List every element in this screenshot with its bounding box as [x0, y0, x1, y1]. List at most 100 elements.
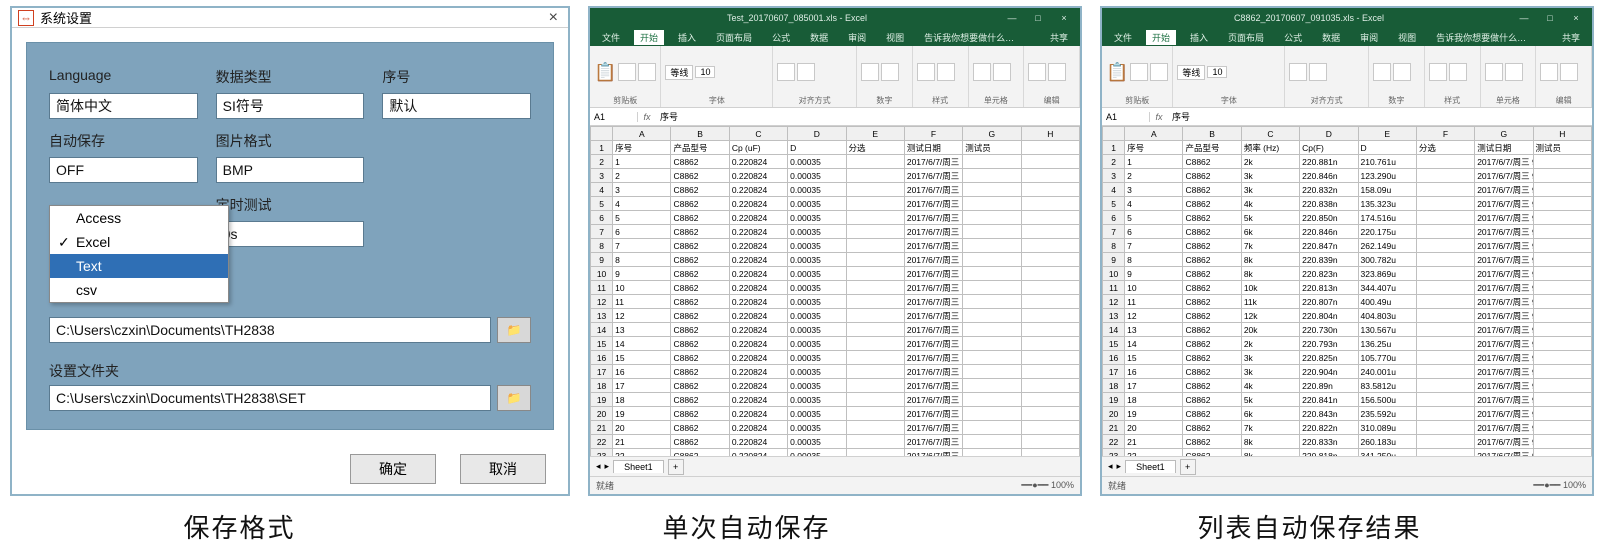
cell[interactable]: 0.220824	[729, 211, 787, 225]
cell[interactable]: 2017/6/7/周三 9:11:04	[1475, 183, 1533, 197]
cell[interactable]: 2017/6/7/周三 9:11:08	[1475, 337, 1533, 351]
browse-button-2[interactable]: 📁	[497, 385, 531, 411]
cell[interactable]: 2017/6/7/周三 8:53:00	[904, 239, 962, 253]
cell[interactable]: 0.00035	[788, 239, 846, 253]
ribbon-button[interactable]	[1289, 63, 1307, 81]
cell[interactable]	[963, 253, 1021, 267]
row-header[interactable]: 4	[1103, 183, 1125, 197]
row-header[interactable]: 10	[1103, 267, 1125, 281]
cell[interactable]: 2017/6/7/周三 9:11:04	[1475, 197, 1533, 211]
cell[interactable]	[846, 407, 904, 421]
ribbon-button[interactable]	[777, 63, 795, 81]
cell[interactable]	[846, 365, 904, 379]
cell[interactable]: C8862	[671, 295, 729, 309]
cell[interactable]: 220.846n	[1300, 169, 1358, 183]
cell[interactable]: 2017/6/7/周三 8:52:54	[904, 169, 962, 183]
cell[interactable]: 3k	[1241, 365, 1299, 379]
row-header[interactable]: 23	[591, 449, 613, 457]
field-timed-test[interactable]: 0s	[216, 221, 365, 247]
cell[interactable]: 2017/6/7/周三 9:11:03	[1475, 169, 1533, 183]
paste-icon[interactable]: 📋	[1106, 62, 1128, 83]
font-name[interactable]: 等线	[1177, 65, 1205, 80]
cell[interactable]	[963, 421, 1021, 435]
col-header[interactable]: E	[1358, 127, 1416, 141]
cell[interactable]: 21	[613, 435, 671, 449]
cell[interactable]: 174.516u	[1358, 211, 1416, 225]
cell[interactable]: 220.823n	[1300, 267, 1358, 281]
cell[interactable]: C8862	[1183, 295, 1241, 309]
cell[interactable]: C8862	[1183, 407, 1241, 421]
cell[interactable]	[1021, 169, 1079, 183]
cell[interactable]: 测试日期	[904, 141, 962, 155]
cell[interactable]: 220.804n	[1300, 309, 1358, 323]
cell[interactable]: C8862	[1183, 183, 1241, 197]
ribbon-button[interactable]	[1560, 63, 1578, 81]
ribbon-button[interactable]	[917, 63, 935, 81]
cell[interactable]	[846, 211, 904, 225]
cell[interactable]: C8862	[1183, 351, 1241, 365]
cell[interactable]: 0.220824	[729, 309, 787, 323]
cell[interactable]: 8k	[1241, 267, 1299, 281]
row-header[interactable]: 11	[591, 281, 613, 295]
cell[interactable]: 156.500u	[1358, 393, 1416, 407]
cell[interactable]: 产品型号	[671, 141, 729, 155]
menu-formula[interactable]: 公式	[766, 30, 796, 45]
cell[interactable]: 404.803u	[1358, 309, 1416, 323]
row-header[interactable]: 22	[591, 435, 613, 449]
cell[interactable]: C8862	[1183, 393, 1241, 407]
sheet-tab[interactable]: Sheet1	[613, 460, 664, 473]
cell[interactable]: 220.822n	[1300, 421, 1358, 435]
cell[interactable]	[846, 379, 904, 393]
cell[interactable]: 0.00035	[788, 379, 846, 393]
cell[interactable]: 0.220824	[729, 379, 787, 393]
cell[interactable]: 4	[613, 197, 671, 211]
cell[interactable]: 7k	[1241, 421, 1299, 435]
cell[interactable]	[1416, 435, 1474, 449]
cell[interactable]: 2k	[1241, 337, 1299, 351]
cell[interactable]: 2017/6/7/周三 8:53:17	[904, 435, 962, 449]
col-header[interactable]: C	[729, 127, 787, 141]
row-header[interactable]: 1	[591, 141, 613, 155]
cell[interactable]	[1416, 281, 1474, 295]
row-header[interactable]: 4	[591, 183, 613, 197]
cell[interactable]: 21	[1125, 435, 1183, 449]
tab-nav-next-icon[interactable]: ▸	[1117, 461, 1122, 472]
cell[interactable]	[846, 155, 904, 169]
cell[interactable]: D	[1358, 141, 1416, 155]
tab-nav-next-icon[interactable]: ▸	[605, 461, 610, 472]
cell[interactable]: 14	[1125, 337, 1183, 351]
cell[interactable]: 136.25u	[1358, 337, 1416, 351]
ribbon-button[interactable]	[797, 63, 815, 81]
cell[interactable]: 分选	[846, 141, 904, 155]
cell[interactable]: 0.00035	[788, 225, 846, 239]
cell[interactable]	[1533, 239, 1591, 253]
cell[interactable]: C8862	[1183, 379, 1241, 393]
cell[interactable]: C8862	[671, 239, 729, 253]
row-header[interactable]: 16	[1103, 351, 1125, 365]
cell[interactable]	[1533, 253, 1591, 267]
cell[interactable]: C8862	[1183, 323, 1241, 337]
cell[interactable]: 220.825n	[1300, 351, 1358, 365]
cell[interactable]: 5	[1125, 211, 1183, 225]
select-all[interactable]	[1103, 127, 1125, 141]
cancel-button[interactable]: 取消	[460, 454, 546, 484]
cell[interactable]	[1416, 365, 1474, 379]
cell[interactable]	[1416, 337, 1474, 351]
dropdown-option-csv[interactable]: csv	[50, 278, 228, 302]
col-header[interactable]: H	[1533, 127, 1591, 141]
field-language[interactable]: 简体中文	[49, 93, 198, 119]
cell[interactable]	[963, 449, 1021, 457]
fx-icon[interactable]: fx	[1150, 112, 1168, 122]
cell[interactable]: C8862	[671, 211, 729, 225]
cell[interactable]	[846, 197, 904, 211]
menu-layout[interactable]: 页面布局	[710, 30, 758, 45]
cell[interactable]	[846, 309, 904, 323]
col-header[interactable]: D	[788, 127, 846, 141]
row-header[interactable]: 20	[1103, 407, 1125, 421]
row-header[interactable]: 20	[591, 407, 613, 421]
cell[interactable]: 8	[1125, 253, 1183, 267]
cell[interactable]: Cp (uF)	[729, 141, 787, 155]
cell[interactable]: 6k	[1241, 225, 1299, 239]
col-header[interactable]: B	[1183, 127, 1241, 141]
cell[interactable]: 2017/6/7/周三 9:11:05	[1475, 267, 1533, 281]
